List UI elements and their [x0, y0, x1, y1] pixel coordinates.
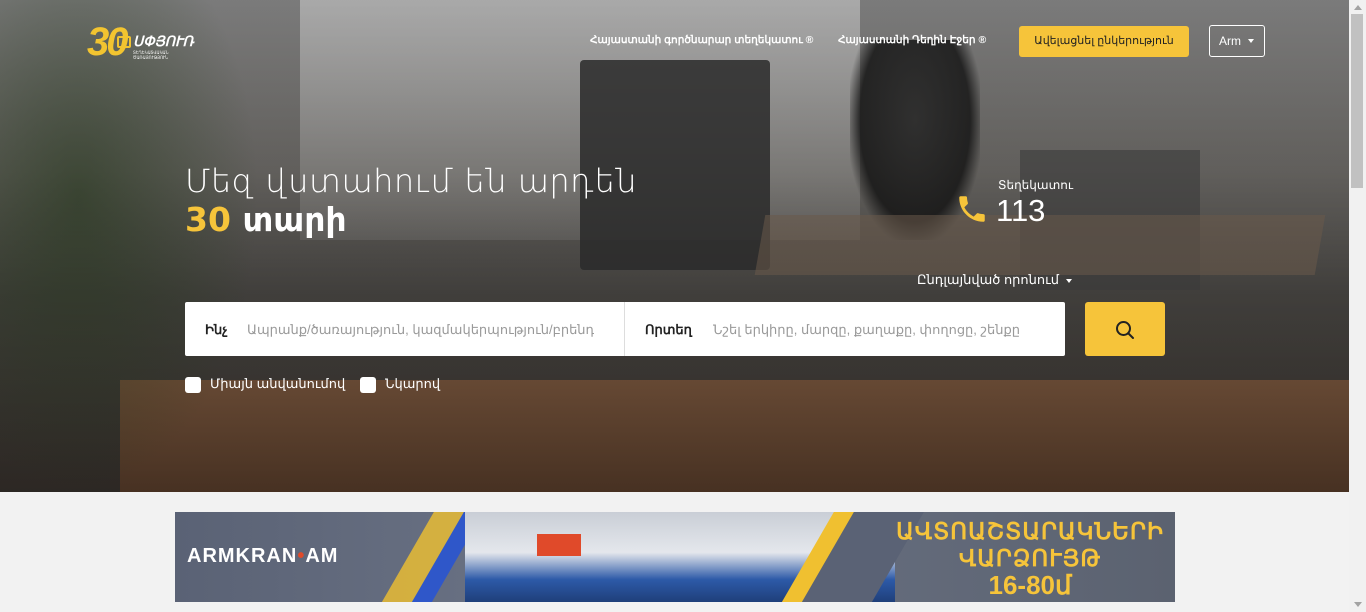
hero-years-number: 30	[185, 200, 231, 239]
where-label: Որտեղ	[645, 322, 692, 337]
name-only-label: Միայն անվանումով	[210, 376, 346, 391]
hero-section: 30 ՍՓՅՈՒՌ ՏԵՂԵԿԱՏՎԱԿԱՆ ԾԱՌԱՅՈՒԹՅՈՒՆ Հայա…	[0, 0, 1349, 492]
logo-subtitle: ՏԵՂԵԿԱՏՎԱԿԱՆ ԾԱՌԱՅՈՒԹՅՈՒՆ	[133, 50, 169, 60]
scrollbar-thumb[interactable]	[1351, 14, 1363, 188]
hero-background-desk	[120, 380, 1349, 492]
search-divider	[624, 302, 625, 356]
search-button[interactable]	[1085, 302, 1165, 356]
checkbox-box[interactable]	[360, 376, 376, 393]
page-scrollbar[interactable]	[1349, 0, 1366, 612]
nav-business-directory[interactable]: Հայաստանի գործնարար տեղեկատու ®	[590, 34, 813, 46]
hero-headline: Մեզ վստահում են արդեն	[185, 162, 638, 200]
phone-label: Տեղեկատու	[998, 178, 1074, 192]
advanced-search-toggle[interactable]: Ընդլայնված որոնում	[917, 272, 1073, 288]
advanced-search-label: Ընդլայնված որոնում	[917, 272, 1060, 287]
scroll-up-arrow-icon[interactable]	[1354, 5, 1362, 10]
with-photo-checkbox[interactable]: Նկարով	[360, 376, 440, 393]
what-label: Ինչ	[205, 322, 228, 337]
what-input[interactable]	[247, 314, 617, 344]
search-form: Ինչ Որտեղ	[185, 302, 1065, 356]
crane-basket-graphic	[537, 534, 581, 556]
language-value: Arm	[1219, 34, 1241, 48]
nav-yellow-pages[interactable]: Հայաստանի Դեղին Էջեր ®	[838, 34, 986, 46]
site-logo[interactable]: 30 ՍՓՅՈՒՌ ՏԵՂԵԿԱՏՎԱԿԱՆ ԾԱՌԱՅՈՒԹՅՈՒՆ	[87, 20, 202, 64]
language-select[interactable]: Arm	[1209, 25, 1265, 57]
scroll-down-arrow-icon[interactable]	[1354, 602, 1362, 607]
banner-line2: ՎԱՐՁՈՒՅԹ	[958, 545, 1102, 571]
phone-number[interactable]: 113	[996, 193, 1045, 229]
banner-line3: 16-80մ	[988, 570, 1072, 600]
bus-icon	[117, 36, 131, 48]
hero-years-word: տարի	[242, 200, 347, 239]
name-only-checkbox[interactable]: Միայն անվանումով	[185, 376, 345, 393]
logo-name: ՍՓՅՈՒՌ	[133, 33, 194, 49]
where-input[interactable]	[713, 314, 1058, 344]
ad-banner[interactable]: ARMKRAN•AM ԱՎՏՈԱՇՏԱՐԱԿՆԵՐԻ ՎԱՐՁՈՒՅԹ 16-8…	[175, 512, 1175, 602]
banner-brand-right: AM	[305, 545, 339, 567]
hero-background-plant	[0, 0, 260, 492]
add-company-button[interactable]: Ավելացնել ընկերություն	[1019, 26, 1189, 57]
caret-down-icon	[1248, 39, 1254, 43]
banner-line1: ԱՎՏՈԱՇՏԱՐԱԿՆԵՐԻ	[896, 518, 1164, 544]
checkbox-box[interactable]	[185, 376, 201, 393]
hero-headline-years: 30 տարի	[185, 200, 347, 239]
banner-brand-left: ARMKRAN	[187, 545, 298, 567]
search-icon	[1116, 321, 1134, 339]
phone-icon	[959, 196, 985, 222]
caret-down-icon	[1066, 278, 1073, 283]
with-photo-label: Նկարով	[385, 376, 441, 391]
banner-brand: ARMKRAN•AM	[187, 545, 338, 568]
